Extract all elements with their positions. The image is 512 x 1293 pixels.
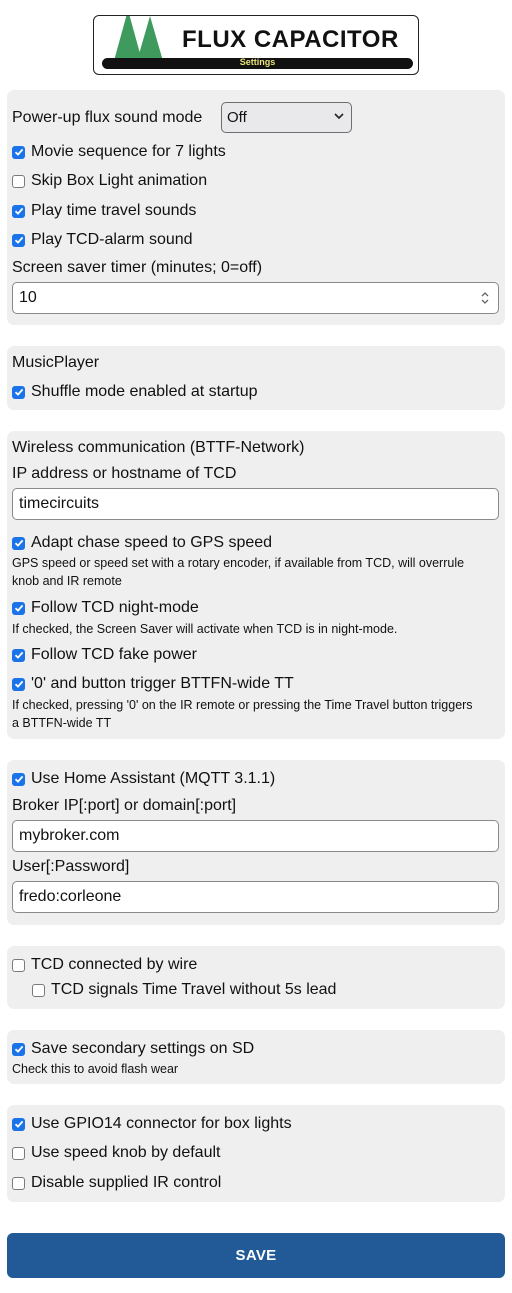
speed-knob-checkbox-row[interactable]: Use speed knob by default [12,1144,220,1162]
shuffle-checkbox-row[interactable]: Shuffle mode enabled at startup [12,383,258,401]
save-secondary-checkbox-row[interactable]: Save secondary settings on SD [12,1040,254,1058]
gpio14-checkbox-row[interactable]: Use GPIO14 connector for box lights [12,1115,292,1133]
use-ha-checkbox[interactable] [12,772,25,786]
logo: FLUX CAPACITOR Settings [93,15,419,75]
screensaver-input[interactable]: 10 [12,282,499,314]
speed-knob-checkbox[interactable] [12,1146,25,1160]
sd-panel: Save secondary settings on SD Check this… [7,1030,505,1084]
speed-knob-label: Use speed knob by default [31,1144,221,1161]
zero-trigger-checkbox-row[interactable]: '0' and button trigger BTTFN-wide TT [12,675,294,693]
sound-mode-value: Off [227,109,247,126]
play-alarm-checkbox-row[interactable]: Play TCD-alarm sound [12,231,193,249]
save-button[interactable]: SAVE [7,1233,505,1278]
broker-input[interactable]: mybroker.com [12,820,499,852]
save-secondary-hint: Check this to avoid flash wear [12,1062,179,1076]
adapt-chase-checkbox-row[interactable]: Adapt chase speed to GPS speed [12,534,272,552]
zero-trigger-checkbox[interactable] [12,677,25,691]
adapt-chase-label: Adapt chase speed to GPS speed [31,534,273,551]
musicplayer-panel: MusicPlayer Shuffle mode enabled at star… [7,346,505,410]
wire-connected-label: TCD connected by wire [31,956,198,973]
screensaver-label: Screen saver timer (minutes; 0=off) [12,259,263,276]
sound-mode-label: Power-up flux sound mode [12,109,203,126]
shuffle-label: Shuffle mode enabled at startup [31,383,258,400]
logo-bar: Settings [102,57,413,69]
play-tt-sounds-checkbox-row[interactable]: Play time travel sounds [12,202,196,220]
sound-mode-select[interactable]: Off [221,102,352,133]
disable-ir-checkbox-row[interactable]: Disable supplied IR control [12,1174,221,1192]
no-lead-checkbox-row[interactable]: TCD signals Time Travel without 5s lead [32,981,336,999]
user-label: User[:Password] [12,858,130,875]
follow-night-checkbox[interactable] [12,601,25,615]
wire-connected-checkbox[interactable] [12,958,25,972]
save-secondary-label: Save secondary settings on SD [31,1040,255,1057]
no-lead-label: TCD signals Time Travel without 5s lead [51,981,337,998]
use-ha-checkbox-row[interactable]: Use Home Assistant (MQTT 3.1.1) [12,770,275,788]
no-lead-checkbox[interactable] [32,983,45,997]
follow-fake-power-checkbox-row[interactable]: Follow TCD fake power [12,646,197,664]
wireless-panel: Wireless communication (BTTF-Network) IP… [7,431,505,739]
tcd-ip-label: IP address or hostname of TCD [12,465,237,482]
play-tt-sounds-label: Play time travel sounds [31,202,197,219]
gpio14-checkbox[interactable] [12,1117,25,1131]
tcd-ip-value: timecircuits [19,495,100,512]
disable-ir-label: Disable supplied IR control [31,1174,222,1191]
zero-trigger-label: '0' and button trigger BTTFN-wide TT [31,675,294,692]
shuffle-checkbox[interactable] [12,385,25,399]
adapt-chase-checkbox[interactable] [12,536,25,550]
skip-box-light-label: Skip Box Light animation [31,172,208,189]
user-input[interactable]: fredo:corleone [12,881,499,913]
play-alarm-checkbox[interactable] [12,233,25,247]
movie-sequence-label: Movie sequence for 7 lights [31,143,226,160]
wire-panel: TCD connected by wire TCD signals Time T… [7,946,505,1009]
use-ha-label: Use Home Assistant (MQTT 3.1.1) [31,770,276,787]
tcd-ip-input[interactable]: timecircuits [12,488,499,520]
logo-title: FLUX CAPACITOR [182,26,399,53]
musicplayer-heading: MusicPlayer [12,354,100,371]
broker-value: mybroker.com [19,827,120,844]
movie-sequence-checkbox-row[interactable]: Movie sequence for 7 lights [12,143,226,161]
skip-box-light-checkbox-row[interactable]: Skip Box Light animation [12,172,207,190]
follow-night-hint: If checked, the Screen Saver will activa… [12,622,398,636]
zero-trigger-hint: If checked, pressing '0' on the IR remot… [12,698,473,730]
save-secondary-checkbox[interactable] [12,1042,25,1056]
movie-sequence-checkbox[interactable] [12,145,25,159]
follow-night-label: Follow TCD night-mode [31,599,199,616]
wire-connected-checkbox-row[interactable]: TCD connected by wire [12,956,197,974]
chevron-down-icon [334,113,344,120]
play-alarm-label: Play TCD-alarm sound [31,231,193,248]
follow-fake-power-label: Follow TCD fake power [31,646,197,663]
user-value: fredo:corleone [19,888,122,905]
hardware-panel: Use GPIO14 connector for box lights Use … [7,1105,505,1202]
gpio14-label: Use GPIO14 connector for box lights [31,1115,292,1132]
follow-night-checkbox-row[interactable]: Follow TCD night-mode [12,599,199,617]
spinner-icon[interactable] [479,290,491,306]
screensaver-value: 10 [19,289,37,306]
wireless-heading: Wireless communication (BTTF-Network) [12,439,305,456]
broker-label: Broker IP[:port] or domain[:port] [12,797,237,814]
adapt-chase-hint: GPS speed or speed set with a rotary enc… [12,556,465,588]
mqtt-panel: Use Home Assistant (MQTT 3.1.1) Broker I… [7,760,505,925]
play-tt-sounds-checkbox[interactable] [12,204,25,218]
follow-fake-power-checkbox[interactable] [12,648,25,662]
skip-box-light-checkbox[interactable] [12,174,25,188]
disable-ir-checkbox[interactable] [12,1176,25,1190]
general-settings-panel: Power-up flux sound mode Off Movie seque… [7,90,505,325]
logo-subtitle: Settings [239,57,276,67]
